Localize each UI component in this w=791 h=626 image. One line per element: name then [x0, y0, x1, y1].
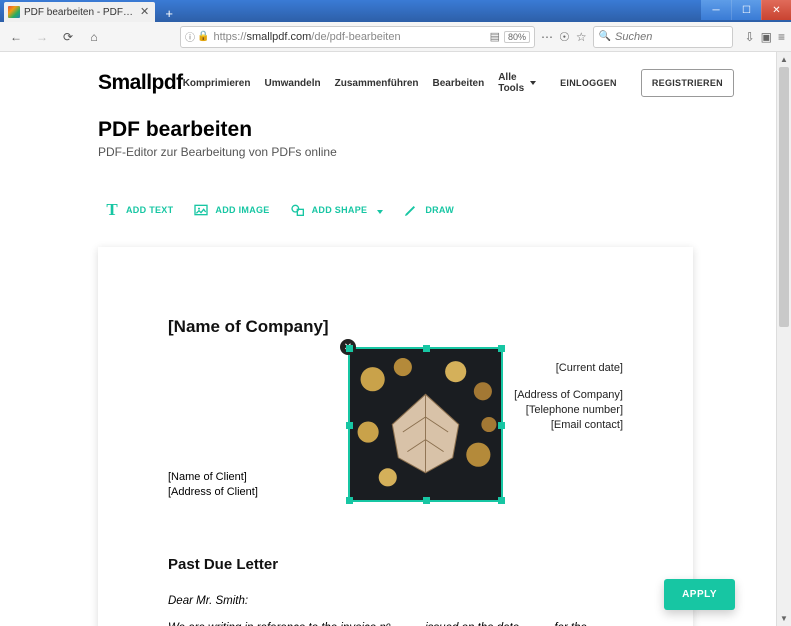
tab-title: PDF bearbeiten - PDF-Editor: [24, 7, 134, 18]
add-shape-label: ADD SHAPE: [312, 205, 368, 215]
reload-button[interactable]: ⟳: [58, 27, 78, 47]
page-subtitle: PDF-Editor zur Bearbeitung von PDFs onli…: [98, 145, 693, 159]
window-close-button[interactable]: ✕: [761, 0, 791, 20]
resize-handle[interactable]: [423, 497, 430, 504]
resize-handle[interactable]: [423, 345, 430, 352]
resize-handle[interactable]: [346, 345, 353, 352]
back-button[interactable]: ←: [6, 27, 26, 47]
home-button[interactable]: ⌂: [84, 27, 104, 47]
window-maximize-button[interactable]: ☐: [731, 0, 761, 20]
download-icon[interactable]: ⇩: [745, 30, 755, 44]
doc-body: We are writing in reference to the invoi…: [168, 621, 623, 626]
doc-company-name: [Name of Company]: [168, 317, 623, 337]
window-minimize-button[interactable]: ─: [701, 0, 731, 20]
tab-favicon: [8, 6, 20, 18]
resize-handle[interactable]: [498, 422, 505, 429]
login-button[interactable]: EINLOGGEN: [550, 70, 627, 96]
more-icon[interactable]: ⋯: [541, 30, 553, 44]
scroll-down-icon[interactable]: ▼: [777, 611, 791, 626]
draw-button[interactable]: DRAW: [403, 202, 454, 218]
image-icon: [193, 202, 209, 218]
info-icon: ⓘ: [185, 29, 195, 44]
new-tab-button[interactable]: +: [159, 4, 179, 22]
close-tab-icon[interactable]: ✕: [140, 7, 149, 18]
page-title: PDF bearbeiten: [98, 118, 693, 142]
inserted-image-frame[interactable]: ✕: [348, 347, 503, 502]
inserted-image[interactable]: [350, 349, 501, 500]
pencil-icon: [403, 202, 419, 218]
doc-heading: Past Due Letter: [168, 556, 623, 573]
scroll-thumb[interactable]: [779, 67, 789, 327]
text-icon: T: [104, 202, 120, 218]
doc-company-address: [Address of Company]: [514, 388, 623, 403]
add-text-label: ADD TEXT: [126, 205, 173, 215]
menu-icon[interactable]: ≡: [778, 30, 785, 44]
doc-current-date: [Current date]: [514, 361, 623, 376]
forward-button[interactable]: →: [32, 27, 52, 47]
shape-icon: [290, 202, 306, 218]
bookmark-icon[interactable]: ☆: [576, 30, 587, 44]
add-shape-button[interactable]: ADD SHAPE: [290, 201, 384, 219]
zoom-badge[interactable]: 80%: [504, 31, 530, 43]
pdf-canvas[interactable]: [Name of Company] [Current date] [Addres…: [98, 247, 693, 626]
nav-merge[interactable]: Zusammenführen: [335, 78, 419, 89]
doc-salutation: Dear Mr. Smith:: [168, 595, 623, 607]
nav-compress[interactable]: Komprimieren: [183, 78, 251, 89]
resize-handle[interactable]: [498, 497, 505, 504]
search-box[interactable]: 🔍: [593, 26, 733, 48]
browser-tab[interactable]: PDF bearbeiten - PDF-Editor ✕: [4, 2, 155, 22]
doc-email: [Email contact]: [514, 418, 623, 433]
url-text: https://smallpdf.com/de/pdf-bearbeiten: [213, 31, 485, 43]
search-input[interactable]: [615, 31, 727, 43]
vertical-scrollbar[interactable]: ▲ ▼: [776, 52, 791, 626]
nav-edit[interactable]: Bearbeiten: [433, 78, 485, 89]
add-image-label: ADD IMAGE: [215, 205, 269, 215]
chevron-down-icon: [373, 201, 383, 219]
resize-handle[interactable]: [498, 345, 505, 352]
sidebar-icon[interactable]: ▣: [761, 30, 772, 44]
add-text-button[interactable]: T ADD TEXT: [104, 202, 173, 218]
address-bar[interactable]: ⓘ 🔒 https://smallpdf.com/de/pdf-bearbeit…: [180, 26, 535, 48]
resize-handle[interactable]: [346, 497, 353, 504]
doc-telephone: [Telephone number]: [514, 403, 623, 418]
shield-icon[interactable]: ☉: [559, 30, 570, 44]
register-button[interactable]: REGISTRIEREN: [641, 69, 734, 97]
resize-handle[interactable]: [346, 422, 353, 429]
reader-icon[interactable]: ▤: [490, 30, 500, 43]
scroll-up-icon[interactable]: ▲: [777, 52, 791, 67]
apply-button[interactable]: APPLY: [664, 579, 735, 610]
nav-convert[interactable]: Umwandeln: [264, 78, 320, 89]
draw-label: DRAW: [425, 205, 454, 215]
add-image-button[interactable]: ADD IMAGE: [193, 202, 269, 218]
lock-icon: 🔒: [197, 31, 209, 42]
nav-all-tools[interactable]: Alle Tools: [498, 72, 536, 94]
site-logo[interactable]: Smallpdf: [98, 71, 183, 95]
search-icon: 🔍: [599, 31, 611, 42]
